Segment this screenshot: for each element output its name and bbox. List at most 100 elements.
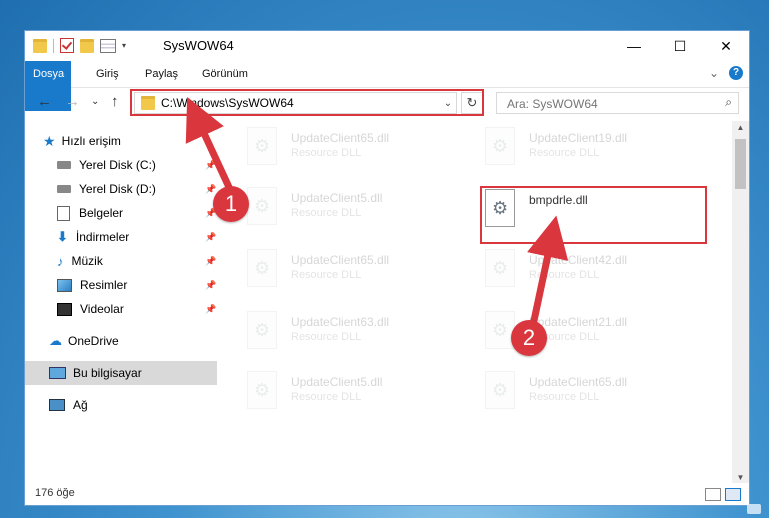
tab-gorunum[interactable]: Görünüm [189,61,261,87]
list-item[interactable]: UpdateClient65.dll Resource DLL [217,243,447,293]
file-type: Resource DLL [291,331,362,343]
file-name: UpdateClient65.dll [529,375,628,389]
file-type: Resource DLL [529,269,600,281]
dll-file-icon [485,249,515,287]
sidebar-item-label: Videolar [80,302,124,316]
back-button[interactable]: ← [37,93,52,110]
scroll-up-icon[interactable]: ▲ [732,121,749,135]
list-item[interactable]: UpdateClient65.dll Resource DLL [217,121,447,171]
step-1-badge: 1 [213,186,249,222]
list-item[interactable]: UpdateClient5.dll Resource DLL [217,365,447,415]
help-icon[interactable]: ? [729,66,743,80]
list-item[interactable]: UpdateClient5.dll Resource DLL [217,181,447,231]
details-view-icon[interactable] [705,488,721,501]
separator [53,38,54,53]
navigation-pane: ★ Hızlı erişim Yerel Disk (C:) 📌 Yerel D… [25,123,217,483]
sidebar-item-bu-bilgisayar[interactable]: Bu bilgisayar [25,361,217,385]
dll-file-icon [247,371,277,409]
pin-icon[interactable]: 📌 [205,232,216,243]
dll-file-icon [485,127,515,165]
dll-file-icon [247,311,277,349]
tab-giris[interactable]: Giriş [83,61,132,87]
pin-icon[interactable]: 📌 [205,160,216,171]
status-bar: 176 öğe [25,483,749,505]
file-name: UpdateClient5.dll [291,375,383,389]
maximize-button[interactable]: ☐ [657,31,703,61]
pin-icon[interactable]: 📌 [205,280,216,291]
sidebar-item-muzik[interactable]: ♪ Müzik 📌 [25,249,249,273]
up-button[interactable]: ↑ [111,93,119,110]
search-input[interactable] [505,94,709,114]
sidebar-item-label: Yerel Disk (D:) [79,182,156,196]
sidebar-item-indirmeler[interactable]: ⬇ İndirmeler 📌 [25,225,249,249]
window-title: SysWOW64 [163,38,234,53]
recent-locations-button[interactable]: ⌄ [91,96,99,107]
sidebar-item-label: Resimler [80,278,128,292]
chevron-down-icon[interactable]: ▾ [122,41,126,50]
minimize-button[interactable]: — [611,31,657,61]
dll-file-icon [485,311,515,349]
pin-icon[interactable]: 📌 [205,304,216,315]
sidebar-item-label: Bu bilgisayar [73,366,142,380]
sidebar-item-videolar[interactable]: Videolar 📌 [25,297,249,321]
drive-icon [57,161,71,169]
properties-check-icon[interactable] [60,38,74,53]
scroll-thumb[interactable] [735,139,746,189]
new-folder-icon[interactable] [80,38,94,53]
forward-button[interactable]: → [65,93,80,110]
close-button[interactable]: ✕ [703,31,749,61]
dll-file-icon [485,371,515,409]
star-icon: ★ [43,132,56,149]
network-icon [49,399,65,411]
download-icon: ⬇ [57,229,68,244]
video-icon [57,302,72,316]
item-count: 176 öğe [35,487,75,499]
file-name: UpdateClient65.dll [291,253,390,267]
sidebar-item-resimler[interactable]: Resimler 📌 [25,273,249,297]
address-highlight [130,89,484,116]
title-bar: ▾ SysWOW64 — ☐ ✕ [25,31,749,61]
file-type: Resource DLL [291,147,362,159]
folder-icon [33,38,47,53]
drive-icon [57,185,71,193]
file-highlight [480,186,707,244]
customize-toolbar-icon[interactable] [100,38,116,53]
expand-ribbon-icon[interactable]: ⌄ [709,66,719,80]
sidebar-item-hizli-erisim[interactable]: ★ Hızlı erişim [25,129,235,153]
sidebar-item-yerel-disk-c[interactable]: Yerel Disk (C:) 📌 [25,153,249,177]
file-type: Resource DLL [529,391,600,403]
search-icon[interactable]: ⌕ [725,95,732,110]
sidebar-item-onedrive[interactable]: ☁ OneDrive [25,329,241,353]
sidebar-item-label: Müzik [71,254,103,268]
tab-paylas[interactable]: Paylaş [132,61,191,87]
pin-icon[interactable]: 📌 [205,184,216,195]
file-name: UpdateClient65.dll [291,131,390,145]
pin-icon[interactable]: 📌 [205,256,216,267]
window-controls: — ☐ ✕ [611,31,749,61]
list-item[interactable]: UpdateClient19.dll Resource DLL [455,121,685,171]
step-2-badge: 2 [511,320,547,356]
file-name: UpdateClient19.dll [529,131,628,145]
ribbon-tabs: Dosya Giriş Paylaş Görünüm ⌄ ? [25,61,749,111]
sidebar-item-label: Yerel Disk (C:) [79,158,156,172]
large-icons-view-icon[interactable] [725,488,741,501]
file-type: Resource DLL [291,207,362,219]
music-icon: ♪ [57,253,64,269]
dll-file-icon [247,249,277,287]
sidebar-item-ag[interactable]: Ağ [25,393,241,417]
search-box[interactable]: ⌕ [496,92,739,114]
file-type: Resource DLL [291,269,362,281]
sidebar-item-label: Ağ [73,398,88,412]
sidebar-item-label: Belgeler [79,206,124,220]
vertical-scrollbar[interactable]: ▲ ▼ [732,121,749,485]
list-item[interactable]: UpdateClient65.dll Resource DLL [455,365,685,415]
list-item[interactable]: UpdateClient21.dll Resource DLL [455,305,685,355]
list-item[interactable]: UpdateClient42.dll Resource DLL [455,243,685,293]
quick-access-toolbar: ▾ [33,38,126,53]
cloud-icon: ☁ [49,333,62,348]
file-name: UpdateClient63.dll [291,315,390,329]
file-name: UpdateClient42.dll [529,253,628,267]
list-item[interactable]: UpdateClient63.dll Resource DLL [217,305,447,355]
file-list: UpdateClient65.dll Resource DLL UpdateCl… [217,121,735,481]
computer-icon [49,367,66,379]
